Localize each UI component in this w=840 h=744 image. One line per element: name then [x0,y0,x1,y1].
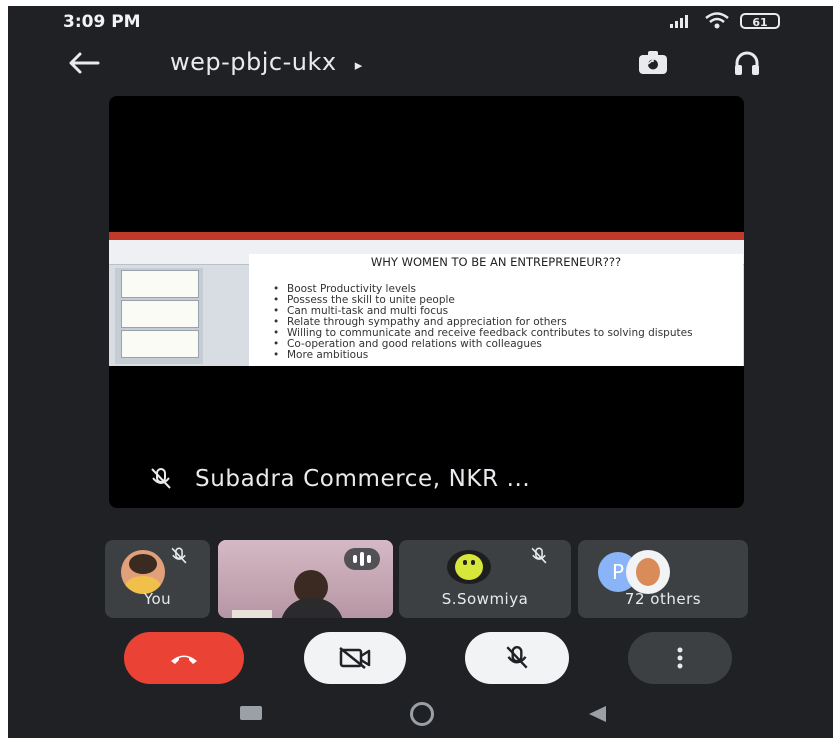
slide-thumbnail [121,300,199,328]
slide-title: WHY WOMEN TO BE AN ENTREPRENEUR??? [370,255,622,269]
signal-icon [670,15,688,28]
app-ribbon [109,232,744,240]
participant-label: 72 others [624,590,702,608]
participant-tile-you[interactable]: You [105,540,210,618]
shared-screen: WHY WOMEN TO BE AN ENTREPRENEUR??? Boost… [109,232,744,366]
mic-off-icon [531,547,547,564]
nav-back-icon[interactable] [586,704,608,724]
end-call-button[interactable] [124,632,244,684]
background-object [232,610,272,618]
meeting-code[interactable]: wep-pbjc-ukx ▸ [170,48,363,76]
slide-bullet: More ambitious [271,350,693,362]
status-time: 3:09 PM [63,12,141,32]
microphone-toggle-button[interactable] [465,632,569,684]
participant-label: You [143,590,172,608]
camera-toggle-button[interactable] [304,632,406,684]
presentation-view[interactable]: WHY WOMEN TO BE AN ENTREPRENEUR??? Boost… [109,96,744,508]
end-call-icon [171,655,197,664]
avatar [447,550,491,584]
nav-recents-icon[interactable] [240,706,262,720]
slide-thumbnail [121,270,199,298]
participant-tile-sowmiya[interactable]: S.Sowmiya [399,540,571,618]
slide-thumbnail [121,330,199,358]
audio-level-icon [344,548,380,570]
meeting-info-arrow: ▸ [354,56,363,74]
video-off-icon [339,647,371,669]
slide-bullets: Boost Productivity levels Possess the sk… [271,284,693,362]
meeting-code-text: wep-pbjc-ukx [170,48,337,76]
battery-indicator: 61 [740,13,780,29]
presenter-label: Subadra Commerce, NKR ... [149,466,530,492]
headphones-icon[interactable] [733,50,761,78]
avatar [626,550,670,594]
participant-label: S.Sowmiya [441,590,529,608]
slide-canvas: WHY WOMEN TO BE AN ENTREPRENEUR??? Boost… [249,254,743,366]
participant-tile-speaker[interactable] [218,540,393,618]
avatar [121,550,165,594]
back-arrow-icon[interactable] [66,50,102,76]
meet-app-screen: 3:09 PM 61 wep-pbjc-ukx ▸ WHY WOMEN TO B… [8,6,833,738]
presenter-name: Subadra Commerce, NKR ... [195,466,531,492]
mic-off-icon [171,547,187,564]
more-options-button[interactable] [628,632,732,684]
status-icons: 61 [668,12,780,30]
mic-off-icon [151,468,171,489]
switch-camera-icon[interactable] [636,48,670,78]
nav-home-icon[interactable] [410,702,434,726]
mic-off-icon [506,646,528,669]
slide-thumbnails [115,268,203,364]
participant-tile-others[interactable]: P 72 others [578,540,748,618]
more-options-icon [677,647,683,669]
wifi-icon [705,12,729,29]
